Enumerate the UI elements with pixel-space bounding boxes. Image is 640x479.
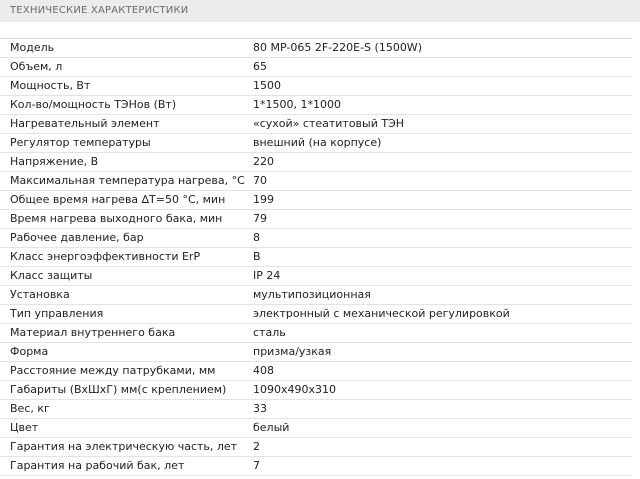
spec-name: Нагревательный элемент [10,117,160,130]
spec-row: Цвет белый [0,419,632,438]
spec-value: 199 [253,193,274,206]
spec-row: Общее время нагрева ∆T=50 °С, мин 199 [0,191,632,210]
spec-value: «сухой» стеатитовый ТЭН [253,117,405,130]
spec-row: Расстояние между патрубками, мм 408 [0,362,632,381]
spec-value: IP 24 [253,269,281,282]
spec-value: 8 [253,231,260,244]
specs-header: ТЕХНИЧЕСКИЕ ХАРАКТЕРИСТИКИ [0,0,640,22]
spec-row: Мощность, Вт 1500 [0,77,632,96]
spec-value: 1090x490x310 [253,383,337,396]
spec-name: Рабочее давление, бар [10,231,144,244]
spec-row: Рабочее давление, бар 8 [0,229,632,248]
spec-row: Гарантия на электрическую часть, лет 2 [0,438,632,457]
spec-row: Нагревательный элемент «сухой» стеатитовы… [0,115,632,134]
spec-row: Напряжение, В 220 [0,153,632,172]
spec-name: Общее время нагрева ∆T=50 °С, мин [10,193,226,206]
spec-name: Материал внутреннего бака [10,326,176,339]
spec-value: 70 [253,174,267,187]
spec-row: Время нагрева выходного бака, мин 79 [0,210,632,229]
spec-row: Класс защиты IP 24 [0,267,632,286]
spec-name: Кол-во/мощность ТЭНов (Вт) [10,98,177,111]
spec-row: Материал внутреннего бака сталь [0,324,632,343]
spec-name: Форма [10,345,49,358]
spec-value: 220 [253,155,274,168]
spec-value: 79 [253,212,267,225]
spec-name: Гарантия на электрическую часть, лет [10,440,238,453]
spec-value: 1*1500, 1*1000 [253,98,341,111]
spec-value: мультипозиционная [253,288,371,301]
spec-name: Модель [10,41,55,54]
spec-value: 33 [253,402,267,415]
spec-name: Класс энергоэффективности ErP [10,250,201,263]
spec-name: Расстояние между патрубками, мм [10,364,216,377]
spec-value: 7 [253,459,260,472]
spec-value: 65 [253,60,267,73]
spec-row: Объем, л 65 [0,58,632,77]
spec-value: 1500 [253,79,281,92]
spec-value: белый [253,421,290,434]
spec-row: Гарантия на рабочий бак, лет 7 [0,457,632,476]
spec-name: Установка [10,288,70,301]
spec-name: Время нагрева выходного бака, мин [10,212,223,225]
spec-name: Класс защиты [10,269,93,282]
spec-name: Максимальная температура нагрева, °С [10,174,245,187]
spec-row: Кол-во/мощность ТЭНов (Вт) 1*1500, 1*1000 [0,96,632,115]
spec-value: призма/узкая [253,345,332,358]
spec-row: Вес, кг 33 [0,400,632,419]
specs-table: Модель 80 MP-065 2F-220E-S (1500W) Объем,… [0,38,632,476]
spec-row: Регулятор температуры внешний (на корпусе… [0,134,632,153]
spec-name: Объем, л [10,60,63,73]
spec-row: Класс энергоэффективности ErP B [0,248,632,267]
spec-row: Форма призма/узкая [0,343,632,362]
spec-value: B [253,250,261,263]
spec-name: Цвет [10,421,39,434]
spec-value: 80 MP-065 2F-220E-S (1500W) [253,41,422,54]
spec-row: Габариты (ВхШхГ) мм(с креплением) 1090x49… [0,381,632,400]
specs-title: ТЕХНИЧЕСКИЕ ХАРАКТЕРИСТИКИ [10,5,189,16]
spec-name: Габариты (ВхШхГ) мм(с креплением) [10,383,227,396]
spec-value: 2 [253,440,260,453]
spec-row: Установка мультипозиционная [0,286,632,305]
spec-value: внешний (на корпусе) [253,136,382,149]
spec-row: Тип управления электронный с механической… [0,305,632,324]
spec-value: сталь [253,326,286,339]
spec-name: Мощность, Вт [10,79,91,92]
spec-name: Напряжение, В [10,155,99,168]
spec-name: Регулятор температуры [10,136,151,149]
spec-name: Вес, кг [10,402,50,415]
spec-value: электронный с механической регулировкой [253,307,510,320]
spec-row: Модель 80 MP-065 2F-220E-S (1500W) [0,39,632,58]
spec-row: Максимальная температура нагрева, °С 70 [0,172,632,191]
spec-name: Гарантия на рабочий бак, лет [10,459,185,472]
spec-name: Тип управления [10,307,104,320]
spec-value: 408 [253,364,274,377]
